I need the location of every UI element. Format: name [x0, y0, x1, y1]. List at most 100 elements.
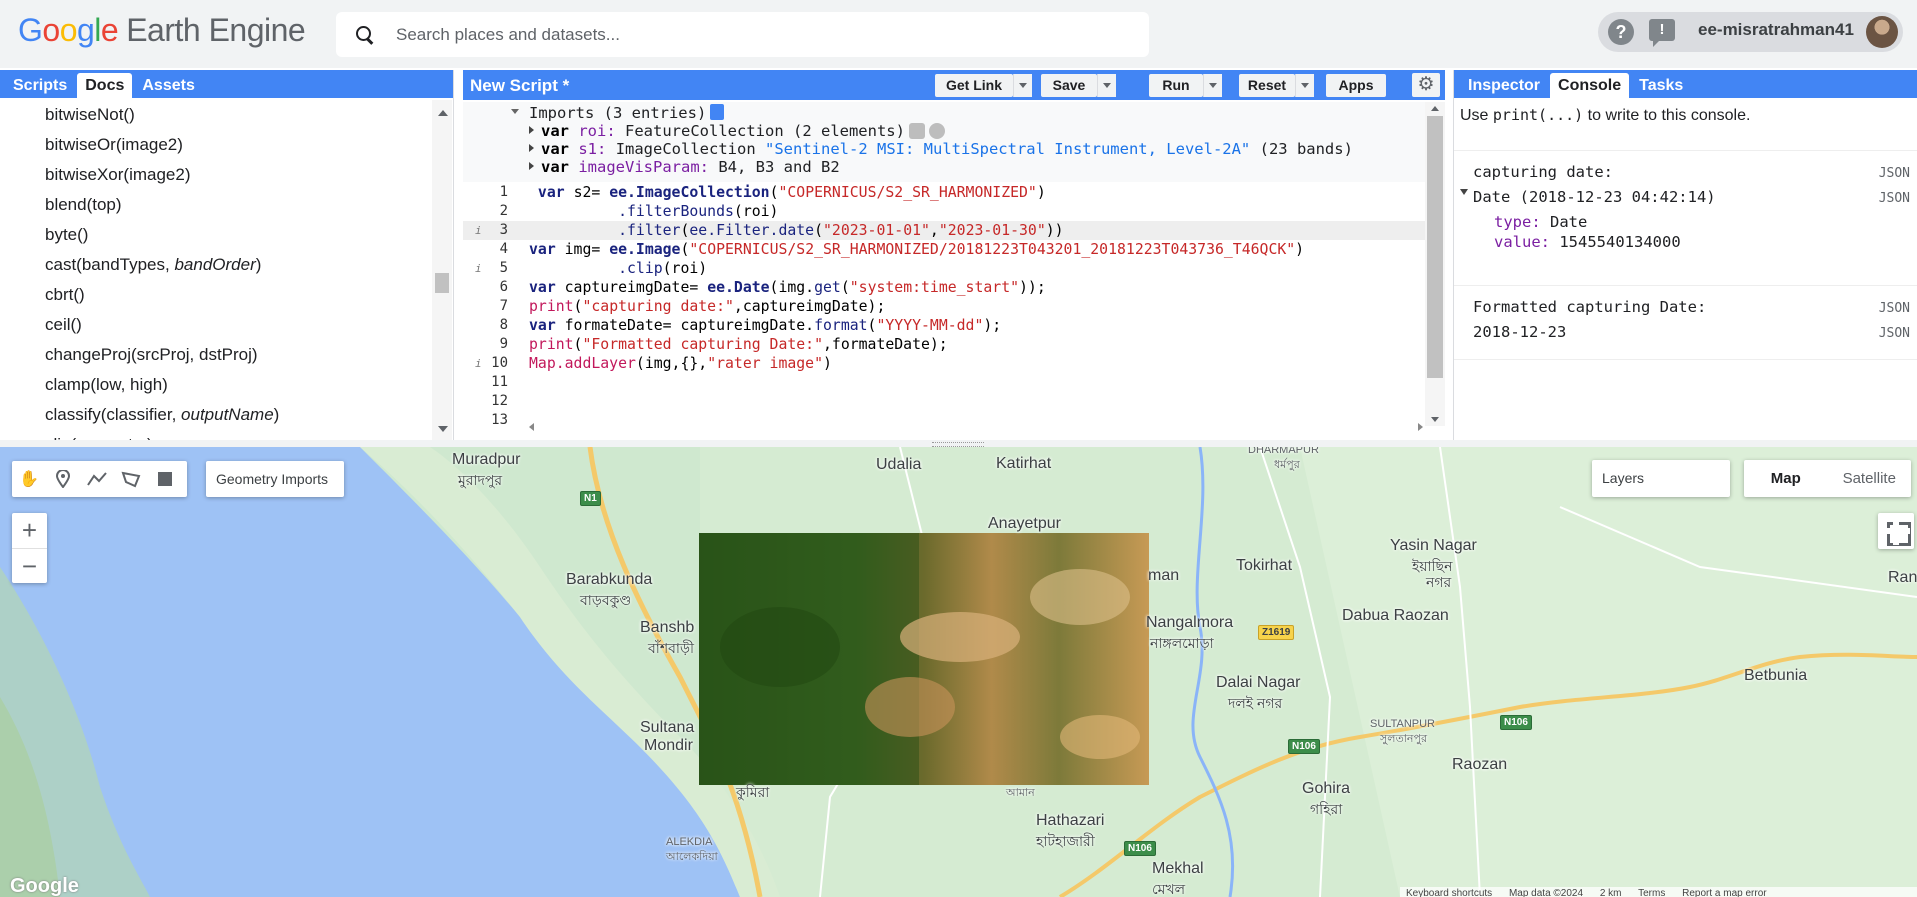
- import-row[interactable]: var s1: ImageCollection "Sentinel-2 MSI:…: [529, 140, 1353, 158]
- logo-letter: e: [100, 12, 119, 48]
- edit-geometry-icon[interactable]: [908, 123, 925, 139]
- expand-icon[interactable]: [529, 162, 534, 170]
- map-type-map[interactable]: Map: [1744, 460, 1828, 497]
- code-line[interactable]: 8 var formateDate= captureimgDate.format(…: [463, 316, 1425, 335]
- doc-list-item[interactable]: ceil(): [0, 310, 432, 340]
- show-imports-icon[interactable]: [710, 104, 725, 120]
- docs-list: bitwiseNot() bitwiseOr(image2) bitwiseXor(…: [0, 100, 432, 440]
- doc-list-item[interactable]: clamp(low, high): [0, 370, 432, 400]
- docs-scrollbar[interactable]: [432, 100, 452, 440]
- save-dropdown[interactable]: [1097, 74, 1116, 97]
- line-icon[interactable]: [80, 461, 114, 497]
- doc-list-item[interactable]: bitwiseXor(image2): [0, 160, 432, 190]
- layers-button[interactable]: Layers: [1592, 460, 1730, 497]
- code-line[interactable]: 12: [463, 392, 1425, 411]
- search-input[interactable]: [396, 24, 1096, 45]
- import-row[interactable]: var imageVisParam: B4, B3 and B2: [529, 158, 840, 176]
- code-area[interactable]: 1 var s2= ee.ImageCollection("COPERNICUS…: [463, 183, 1425, 428]
- scroll-right-icon[interactable]: [1418, 423, 1423, 431]
- account-name[interactable]: ee-misratrahman41: [1698, 20, 1854, 40]
- doc-list-item[interactable]: clip(geometry): [0, 430, 432, 440]
- map-type-satellite[interactable]: Satellite: [1828, 460, 1912, 497]
- scroll-up-icon[interactable]: [1431, 106, 1439, 111]
- report-error-link[interactable]: Report a map error: [1682, 888, 1766, 897]
- code-line[interactable]: 9 print("Formatted capturing Date:",forma…: [463, 335, 1425, 354]
- fold-arrow-icon[interactable]: [511, 109, 519, 114]
- fullscreen-icon[interactable]: [1878, 513, 1914, 549]
- script-title[interactable]: New Script *: [470, 76, 569, 96]
- zoom-in-button[interactable]: +: [12, 513, 47, 548]
- search-bar[interactable]: [336, 12, 1149, 57]
- editor-scrollbar[interactable]: [1425, 102, 1445, 426]
- run-dropdown[interactable]: [1203, 74, 1222, 97]
- doc-list-item[interactable]: cast(bandTypes, bandOrder): [0, 250, 432, 280]
- json-link[interactable]: JSON: [1879, 326, 1910, 341]
- scroll-down-icon[interactable]: [438, 426, 448, 432]
- doc-list-item[interactable]: bitwiseOr(image2): [0, 130, 432, 160]
- imports-header[interactable]: Imports (3 entries): [529, 104, 725, 122]
- tab-assets[interactable]: Assets: [134, 73, 202, 98]
- tab-inspector[interactable]: Inspector: [1460, 73, 1548, 98]
- scroll-thumb[interactable]: [435, 273, 449, 293]
- doc-list-item[interactable]: byte(): [0, 220, 432, 250]
- code-line[interactable]: 2 .filterBounds(roi): [463, 202, 1425, 221]
- tab-docs[interactable]: Docs: [77, 73, 133, 98]
- apps-button[interactable]: Apps: [1326, 74, 1386, 97]
- scroll-thumb[interactable]: [1427, 116, 1443, 378]
- reset-dropdown[interactable]: [1295, 74, 1314, 97]
- place-label: সুলতানপুর: [1380, 733, 1427, 745]
- doc-list-item[interactable]: bitwiseNot(): [0, 100, 432, 130]
- doc-list-item[interactable]: blend(top): [0, 190, 432, 220]
- tab-tasks[interactable]: Tasks: [1631, 73, 1691, 98]
- panel-splitter[interactable]: [0, 440, 1917, 447]
- code-line[interactable]: i3 .filter(ee.Filter.date("2023-01-01","…: [463, 221, 1425, 240]
- code-line[interactable]: 7 print("capturing date:",captureimgDate)…: [463, 297, 1425, 316]
- hand-icon[interactable]: ✋: [12, 461, 46, 497]
- tab-scripts[interactable]: Scripts: [5, 73, 75, 98]
- point-icon[interactable]: [46, 461, 80, 497]
- run-button[interactable]: Run: [1149, 74, 1203, 97]
- code-line[interactable]: 4 var img= ee.Image("COPERNICUS/S2_SR_HAR…: [463, 240, 1425, 259]
- doc-list-item[interactable]: cbrt(): [0, 280, 432, 310]
- expand-icon[interactable]: [529, 126, 534, 134]
- polygon-icon[interactable]: [114, 461, 148, 497]
- settings-geometry-icon[interactable]: [928, 123, 945, 139]
- json-link[interactable]: JSON: [1879, 166, 1910, 181]
- save-button[interactable]: Save: [1041, 74, 1097, 97]
- place-label: Mekhal: [1152, 860, 1204, 877]
- tab-console[interactable]: Console: [1550, 73, 1630, 98]
- expand-icon[interactable]: [529, 144, 534, 152]
- doc-list-item[interactable]: classify(classifier, outputName): [0, 400, 432, 430]
- map-basemap: [0, 447, 1917, 897]
- editor-hscrollbar[interactable]: [529, 421, 1425, 433]
- help-icon[interactable]: ?: [1608, 19, 1634, 45]
- doc-list-item[interactable]: changeProj(srcProj, dstProj): [0, 340, 432, 370]
- geometry-imports-button[interactable]: Geometry Imports: [206, 461, 344, 497]
- get-link-button[interactable]: Get Link: [935, 74, 1013, 97]
- scroll-left-icon[interactable]: [529, 423, 534, 431]
- avatar[interactable]: [1866, 16, 1898, 48]
- feedback-icon[interactable]: !: [1649, 19, 1675, 47]
- earth-engine-logo[interactable]: Google Earth Engine: [18, 12, 306, 49]
- json-link[interactable]: JSON: [1879, 191, 1910, 206]
- code-line[interactable]: 1 var s2= ee.ImageCollection("COPERNICUS…: [463, 183, 1425, 202]
- scale-label[interactable]: 2 km: [1600, 888, 1622, 897]
- reset-button[interactable]: Reset: [1239, 74, 1295, 97]
- collapse-icon[interactable]: [1460, 189, 1468, 195]
- terms-link[interactable]: Terms: [1638, 888, 1665, 897]
- console-date-summary[interactable]: Date (2018-12-23 04:42:14): [1473, 188, 1716, 206]
- rectangle-icon[interactable]: [148, 461, 182, 497]
- gear-icon[interactable]: ⚙: [1412, 73, 1440, 97]
- keyboard-shortcuts-link[interactable]: Keyboard shortcuts: [1406, 888, 1492, 897]
- json-link[interactable]: JSON: [1879, 301, 1910, 316]
- scroll-up-icon[interactable]: [438, 110, 448, 116]
- import-row[interactable]: var roi: FeatureCollection (2 elements): [529, 122, 945, 140]
- code-line[interactable]: i5 .clip(roi): [463, 259, 1425, 278]
- map-view[interactable]: Muradpur মুরাদপুর Udalia Katirhat DHARMA…: [0, 447, 1917, 897]
- code-line[interactable]: i 10 Map.addLayer(img,{},"rater image"): [463, 354, 1425, 373]
- zoom-out-button[interactable]: −: [12, 548, 47, 583]
- code-line[interactable]: 6 var captureimgDate= ee.Date(img.get("sy…: [463, 278, 1425, 297]
- scroll-down-icon[interactable]: [1431, 417, 1439, 422]
- code-line[interactable]: 11: [463, 373, 1425, 392]
- get-link-dropdown[interactable]: [1013, 74, 1032, 97]
